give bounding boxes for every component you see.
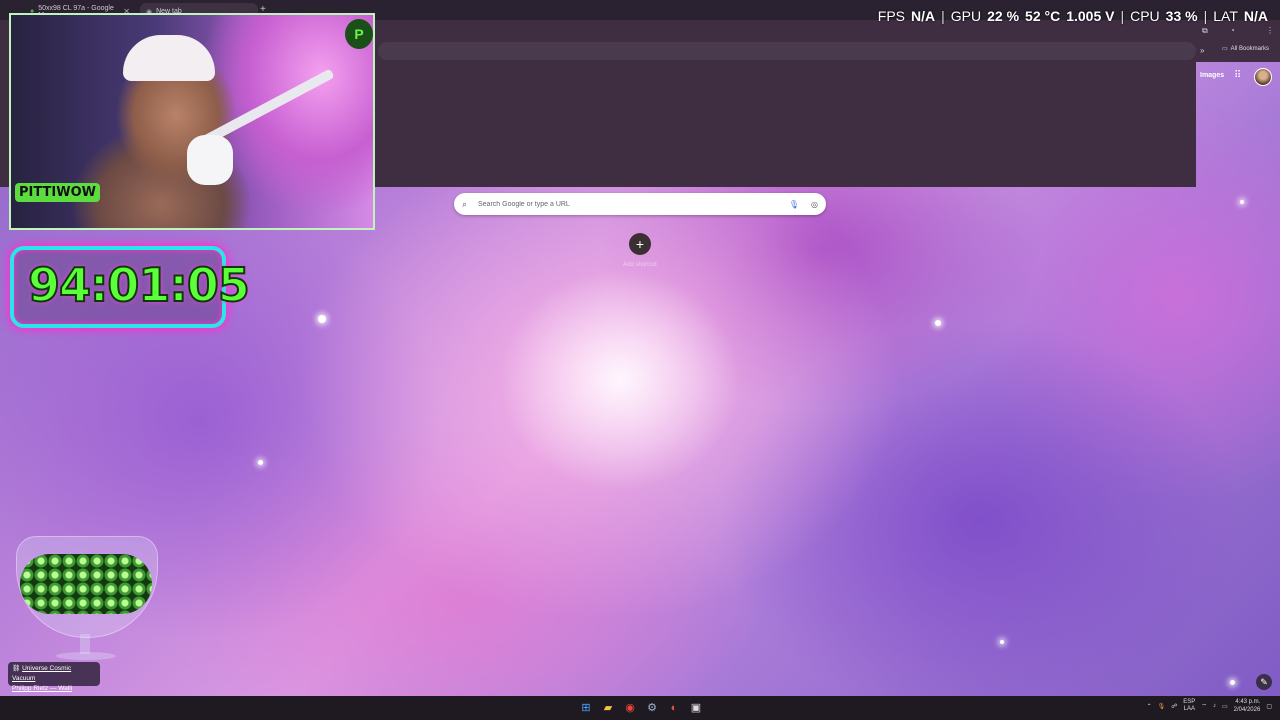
microphone: [187, 135, 233, 185]
google-lens-icon[interactable]: ◎: [811, 200, 818, 209]
white-cap: [123, 35, 215, 81]
add-shortcut-button[interactable]: +: [629, 233, 651, 255]
star: [1230, 680, 1235, 685]
search-box[interactable]: ⌕ 🎙 ◎: [454, 193, 826, 215]
link-icon: ⛓: [12, 665, 21, 672]
clock[interactable]: 4:43 p.m. 2/04/2026: [1234, 698, 1261, 714]
wallpaper-title[interactable]: Universe Cosmic Vacuum: [12, 665, 71, 682]
lat-label: LAT: [1213, 8, 1238, 24]
wallpaper-author[interactable]: Philipp Rietz — Walli: [12, 684, 96, 694]
steam-icon[interactable]: ⚙: [644, 700, 660, 716]
star: [935, 320, 941, 326]
glass-base: [56, 652, 116, 660]
account-avatar[interactable]: [1254, 68, 1272, 86]
address-bar[interactable]: [378, 42, 1196, 60]
add-shortcut-label: Add shortcut: [623, 262, 657, 268]
lang-bottom: LAA: [1183, 706, 1195, 712]
profile-icon[interactable]: ◔: [1230, 26, 1235, 35]
toolbar-right: ⧉ ◔ ⋮ »: [1196, 20, 1280, 62]
glass-stem: [80, 634, 90, 654]
star: [258, 460, 263, 465]
chrome-icon[interactable]: ◉: [622, 700, 638, 716]
network-icon[interactable]: ☍: [1171, 703, 1177, 710]
separator: |: [1120, 8, 1125, 24]
star: [1240, 200, 1244, 204]
chevron-right-icon[interactable]: »: [1200, 46, 1204, 55]
lat-value: N/A: [1243, 8, 1268, 24]
system-tray: ⌃ 🎙 ☍ ESP LAA ⌔ ♪ ▭ 4:43 p.m. 2/04/2026 …: [1147, 698, 1272, 714]
gpu-label: GPU: [950, 8, 982, 24]
pencil-icon: ✎: [1260, 677, 1268, 687]
mic-tray-icon[interactable]: 🎙: [1158, 703, 1166, 710]
snifter-glass-overlay: [16, 528, 158, 668]
language-indicator[interactable]: ESP LAA: [1183, 699, 1195, 713]
search-icon: ⌕: [462, 198, 468, 209]
plus-icon: +: [635, 236, 645, 252]
windows-taskbar: ⊞ ▰ ◉ ⚙ ◐ ▣ ⌃ 🎙 ☍ ESP LAA ⌔ ♪ ▭ 4:43 p.m…: [0, 696, 1280, 720]
wifi-icon[interactable]: ⌔: [1201, 702, 1207, 710]
gpu-temp: 52 °C: [1025, 8, 1061, 24]
customize-chrome-button[interactable]: ✎: [1256, 674, 1272, 690]
star: [1000, 640, 1004, 644]
terminal-icon[interactable]: ▣: [688, 700, 704, 716]
search-input[interactable]: [478, 200, 789, 208]
extensions-icon[interactable]: ⧉: [1202, 26, 1208, 36]
stream-timer: 94:01:05: [27, 257, 251, 313]
chevron-up-icon[interactable]: ⌃: [1147, 703, 1152, 710]
all-bookmarks-button[interactable]: ▭ All Bookmarks: [1222, 45, 1270, 53]
file-explorer-icon[interactable]: ▰: [600, 700, 616, 716]
gpu-voltage: 1.005 V: [1066, 8, 1115, 24]
leaf-logo-icon: P: [345, 19, 373, 49]
star: [318, 315, 326, 323]
notifications-icon[interactable]: ▢: [1266, 703, 1272, 710]
volume-icon[interactable]: ♪: [1213, 703, 1216, 709]
fps-value: N/A: [911, 8, 936, 24]
streamer-logo: PITTIWOW: [15, 183, 100, 202]
gpu-usage: 22 %: [987, 8, 1020, 24]
cpu-label: CPU: [1130, 8, 1160, 24]
fps-label: FPS: [877, 8, 905, 24]
performance-overlay: FPS N/A | GPU 22 % 52 °C 1.005 V | CPU 3…: [878, 8, 1268, 24]
windows-start-icon[interactable]: ⊞: [578, 700, 594, 716]
menu-icon[interactable]: ⋮: [1266, 26, 1274, 35]
folder-icon: ▭: [1222, 46, 1228, 52]
images-link[interactable]: Images: [1200, 72, 1224, 79]
date: 2/04/2026: [1233, 707, 1261, 713]
apps-grid-icon[interactable]: ⠿: [1234, 70, 1241, 81]
webcam-overlay: PITTIWOW P: [9, 13, 375, 230]
battery-icon[interactable]: ▭: [1222, 703, 1228, 710]
separator: |: [1203, 8, 1208, 24]
separator: |: [941, 8, 945, 24]
time: 4:43 p.m.: [1235, 699, 1261, 705]
mic-icon[interactable]: 🎙: [789, 200, 799, 209]
wallpaper-credit[interactable]: ⛓ Universe Cosmic Vacuum Philipp Rietz —…: [8, 662, 100, 692]
lang-top: ESP: [1183, 699, 1196, 705]
cpu-usage: 33 %: [1165, 8, 1198, 24]
glass-contents: [20, 554, 152, 614]
all-bookmarks-label: All Bookmarks: [1230, 45, 1270, 52]
app-icon[interactable]: ◐: [666, 700, 682, 716]
